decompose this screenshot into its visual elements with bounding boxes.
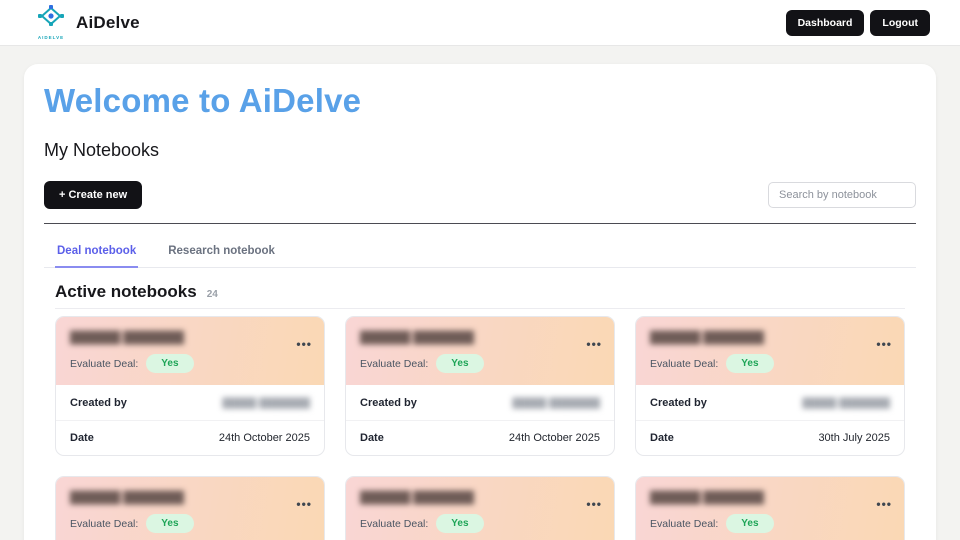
evaluate-deal-label: Evaluate Deal:: [70, 357, 139, 370]
nav-buttons: Dashboard Logout: [785, 9, 930, 36]
notebook-card-header: ▇▇▇▇▇ ▇▇▇▇▇▇ ••• Evaluate Deal: Yes: [56, 317, 324, 385]
notebook-grid: ▇▇▇▇▇ ▇▇▇▇▇▇ ••• Evaluate Deal: Yes Crea…: [55, 316, 905, 540]
notebook-title-redacted: ▇▇▇▇▇ ▇▇▇▇▇▇: [650, 329, 764, 344]
notebook-card-header: ▇▇▇▇▇ ▇▇▇▇▇▇ ••• Evaluate Deal: Yes: [636, 477, 904, 540]
evaluate-deal-badge: Yes: [146, 514, 194, 533]
evaluate-deal-row: Evaluate Deal: Yes: [360, 354, 600, 373]
dashboard-button[interactable]: Dashboard: [785, 9, 865, 36]
tab-bar: Deal notebook Research notebook: [44, 239, 916, 268]
evaluate-deal-label: Evaluate Deal:: [650, 357, 719, 370]
more-options-icon[interactable]: •••: [876, 338, 892, 350]
notebook-title-redacted: ▇▇▇▇▇ ▇▇▇▇▇▇: [70, 329, 184, 344]
evaluate-deal-row: Evaluate Deal: Yes: [650, 354, 890, 373]
notebook-title-redacted: ▇▇▇▇▇ ▇▇▇▇▇▇: [650, 489, 764, 504]
more-options-icon[interactable]: •••: [296, 338, 312, 350]
evaluate-deal-label: Evaluate Deal:: [70, 517, 139, 530]
navbar: AIDELVE AiDelve Dashboard Logout: [0, 0, 960, 46]
date-value: 30th July 2025: [818, 432, 890, 444]
welcome-heading: Welcome to AiDelve: [44, 82, 362, 119]
notebook-card[interactable]: ▇▇▇▇▇ ▇▇▇▇▇▇ ••• Evaluate Deal: Yes Crea…: [55, 476, 325, 540]
notebook-card[interactable]: ▇▇▇▇▇ ▇▇▇▇▇▇ ••• Evaluate Deal: Yes Crea…: [635, 476, 905, 540]
tab-research-notebook[interactable]: Research notebook: [166, 239, 277, 267]
creator-name-redacted: ▇▇▇▇ ▇▇▇▇▇▇: [802, 397, 890, 409]
notebook-card[interactable]: ▇▇▇▇▇ ▇▇▇▇▇▇ ••• Evaluate Deal: Yes Crea…: [635, 316, 905, 456]
evaluate-deal-badge: Yes: [726, 354, 774, 373]
creator-name-redacted: ▇▇▇▇ ▇▇▇▇▇▇: [222, 397, 310, 409]
date-row: Date 24th October 2025: [346, 420, 614, 455]
notebook-card[interactable]: ▇▇▇▇▇ ▇▇▇▇▇▇ ••• Evaluate Deal: Yes Crea…: [55, 316, 325, 456]
evaluate-deal-badge: Yes: [436, 514, 484, 533]
date-value: 24th October 2025: [218, 432, 310, 444]
my-notebooks-heading: My Notebooks: [44, 140, 160, 160]
notebook-card-header: ▇▇▇▇▇ ▇▇▇▇▇▇ ••• Evaluate Deal: Yes: [636, 317, 904, 385]
evaluate-deal-label: Evaluate Deal:: [360, 517, 429, 530]
more-options-icon[interactable]: •••: [586, 338, 602, 350]
more-options-icon[interactable]: •••: [876, 498, 892, 510]
brand[interactable]: AIDELVE AiDelve: [34, 5, 140, 40]
evaluate-deal-row: Evaluate Deal: Yes: [360, 514, 600, 533]
notebook-title-redacted: ▇▇▇▇▇ ▇▇▇▇▇▇: [360, 489, 474, 504]
evaluate-deal-label: Evaluate Deal:: [650, 517, 719, 530]
date-label: Date: [360, 432, 384, 444]
brand-logo: AIDELVE: [34, 5, 68, 40]
date-row: Date 24th October 2025: [56, 420, 324, 455]
logo-wordmark-small: AIDELVE: [37, 35, 65, 40]
content-panel: Welcome to AiDelve My Notebooks + Create…: [24, 64, 936, 540]
create-new-button[interactable]: + Create new: [44, 181, 143, 209]
created-by-label: Created by: [650, 396, 707, 409]
notebook-card-header: ▇▇▇▇▇ ▇▇▇▇▇▇ ••• Evaluate Deal: Yes: [56, 477, 324, 540]
evaluate-deal-row: Evaluate Deal: Yes: [70, 514, 310, 533]
brand-name: AiDelve: [76, 12, 140, 32]
active-notebooks-header: Active notebooks 24: [55, 282, 905, 309]
evaluate-deal-badge: Yes: [436, 354, 484, 373]
date-row: Date 30th July 2025: [636, 420, 904, 455]
notebook-card-header: ▇▇▇▇▇ ▇▇▇▇▇▇ ••• Evaluate Deal: Yes: [346, 317, 614, 385]
notebook-card-header: ▇▇▇▇▇ ▇▇▇▇▇▇ ••• Evaluate Deal: Yes: [346, 477, 614, 540]
more-options-icon[interactable]: •••: [586, 498, 602, 510]
search-input[interactable]: [768, 182, 916, 208]
notebook-card[interactable]: ▇▇▇▇▇ ▇▇▇▇▇▇ ••• Evaluate Deal: Yes Crea…: [345, 316, 615, 456]
created-by-row: Created by ▇▇▇▇ ▇▇▇▇▇▇: [56, 385, 324, 420]
aidelve-logo-icon: [38, 5, 64, 34]
more-options-icon[interactable]: •••: [296, 498, 312, 510]
created-by-label: Created by: [70, 396, 127, 409]
logout-button[interactable]: Logout: [870, 9, 930, 36]
tab-deal-notebook[interactable]: Deal notebook: [55, 239, 139, 268]
evaluate-deal-row: Evaluate Deal: Yes: [650, 514, 890, 533]
active-notebooks-title: Active notebooks: [55, 282, 197, 301]
notebook-card[interactable]: ▇▇▇▇▇ ▇▇▇▇▇▇ ••• Evaluate Deal: Yes Crea…: [345, 476, 615, 540]
section-divider: [44, 223, 916, 224]
evaluate-deal-label: Evaluate Deal:: [360, 357, 429, 370]
created-by-row: Created by ▇▇▇▇ ▇▇▇▇▇▇: [346, 385, 614, 420]
controls-row: + Create new: [44, 181, 916, 209]
active-notebooks-count: 24: [206, 289, 218, 300]
date-value: 24th October 2025: [508, 432, 600, 444]
notebook-title-redacted: ▇▇▇▇▇ ▇▇▇▇▇▇: [360, 329, 474, 344]
created-by-label: Created by: [360, 396, 417, 409]
creator-name-redacted: ▇▇▇▇ ▇▇▇▇▇▇: [512, 397, 600, 409]
evaluate-deal-row: Evaluate Deal: Yes: [70, 354, 310, 373]
created-by-row: Created by ▇▇▇▇ ▇▇▇▇▇▇: [636, 385, 904, 420]
date-label: Date: [650, 432, 674, 444]
evaluate-deal-badge: Yes: [726, 514, 774, 533]
notebook-title-redacted: ▇▇▇▇▇ ▇▇▇▇▇▇: [70, 489, 184, 504]
date-label: Date: [70, 432, 94, 444]
evaluate-deal-badge: Yes: [146, 354, 194, 373]
